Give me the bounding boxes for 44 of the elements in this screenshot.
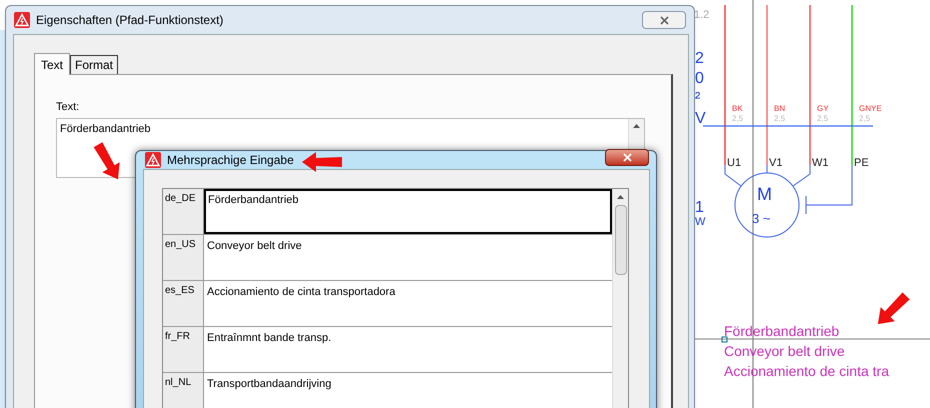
language-code: es_ES: [163, 281, 204, 326]
close-button[interactable]: [605, 148, 649, 166]
close-button[interactable]: [642, 11, 686, 29]
wire-color-code: BN: [774, 104, 786, 113]
wire-color-code: GNYE: [859, 104, 882, 113]
tab[interactable]: Format: [70, 55, 118, 74]
window-title: Eigenschaften (Pfad-Funktionstext): [36, 12, 224, 29]
language-code: en_US: [163, 235, 204, 280]
language-code: nl_NL: [163, 373, 204, 408]
wire-color-code: GY: [817, 104, 829, 113]
window-title: Mehrsprachige Eingabe: [167, 152, 294, 169]
scroll-bar[interactable]: [612, 189, 628, 408]
wire-color-code: BK: [732, 104, 743, 113]
scroll-up-icon[interactable]: [617, 195, 624, 199]
side-label: 1: [695, 199, 704, 216]
cross-section-label: 2,5: [859, 114, 870, 123]
language-code: fr_FR: [163, 327, 204, 372]
scroll-thumb[interactable]: [614, 205, 626, 275]
scroll-up-icon[interactable]: [633, 124, 640, 128]
translation-field[interactable]: Entraînmnt bande transp.: [204, 327, 612, 372]
language-code: de_DE: [163, 189, 204, 234]
close-icon: [660, 16, 668, 24]
translation-field[interactable]: Förderbandantrieb: [204, 189, 612, 234]
translation-field[interactable]: Transportbandaandrijving: [204, 373, 612, 408]
side-label: V: [695, 110, 706, 127]
side-label: ²: [695, 90, 700, 107]
close-icon: [622, 152, 632, 162]
side-label: 2: [695, 50, 704, 67]
side-label: 0: [695, 70, 704, 87]
warning-icon: [14, 12, 30, 28]
cross-section-label: 2,5: [774, 114, 786, 123]
translation-field[interactable]: Conveyor belt drive: [204, 235, 612, 280]
cross-section-label: 2,5: [732, 114, 744, 123]
anchor-point[interactable]: [722, 336, 728, 342]
side-label: W: [695, 216, 706, 228]
translation-field[interactable]: Accionamiento de cinta transportadora: [204, 281, 612, 326]
terminal-label: PE: [854, 157, 869, 169]
field-label: Text:: [56, 100, 80, 115]
cross-section-label: 2,5: [817, 114, 828, 123]
field-value: Förderbandantrieb: [59, 122, 152, 136]
tab[interactable]: Text: [34, 53, 70, 75]
page-reference: 1.2: [694, 9, 710, 21]
warning-icon: [145, 152, 161, 168]
arrow-icon: [302, 152, 342, 172]
